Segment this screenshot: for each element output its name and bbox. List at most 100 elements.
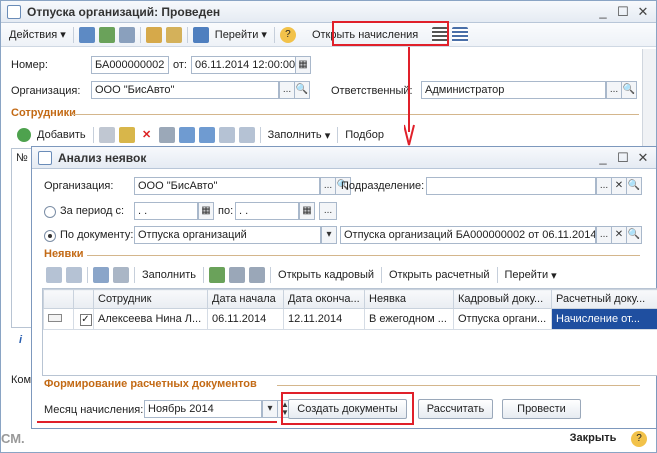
column-header[interactable]: Кадровый доку... <box>453 289 552 309</box>
dialog-maximize-icon[interactable]: ☐ <box>616 150 630 166</box>
absences-table[interactable]: Сотрудник Дата начала Дата оконча... Нея… <box>42 288 657 376</box>
responsible-field[interactable]: Администратор <box>421 81 606 99</box>
open-accruals-highlight <box>332 21 449 46</box>
org-select-button[interactable]: ... <box>279 81 295 99</box>
layers-icon[interactable] <box>209 267 226 283</box>
report-icon[interactable] <box>145 26 162 43</box>
document-field[interactable]: Отпуска организаций БА000000002 от 06.11… <box>340 226 596 244</box>
dept-clear-icon[interactable]: ✕ <box>611 177 627 195</box>
column-number-header: № <box>16 152 28 164</box>
delete-icon[interactable]: ✕ <box>139 127 155 143</box>
cell-calc-doc[interactable]: Начисление от... <box>551 308 657 330</box>
separator <box>203 267 205 283</box>
responsible-select-button[interactable]: ... <box>606 81 622 99</box>
column-header[interactable]: Дата оконча... <box>283 289 365 309</box>
table-row[interactable]: ✓ Алексеева Нина Л... 06.11.2014 12.11.2… <box>43 308 657 330</box>
dialog-org-field[interactable]: ООО "БисАвто" <box>134 177 320 195</box>
column-header[interactable]: Сотрудник <box>93 289 208 309</box>
move-up-icon[interactable] <box>178 127 195 143</box>
period-select-button[interactable]: ... <box>319 202 337 220</box>
open-calc-button[interactable]: Открыть расчетный <box>385 265 494 285</box>
fill-button[interactable]: Заполнить <box>138 265 200 285</box>
minimize-icon[interactable]: _ <box>596 4 610 19</box>
period-from-calendar-icon[interactable]: ▦ <box>198 202 214 220</box>
row-checkbox[interactable]: ✓ <box>73 308 94 330</box>
help-icon-bottom[interactable]: ? <box>631 431 647 447</box>
print-icon[interactable] <box>165 26 182 43</box>
org-field[interactable]: ООО "БисАвто" <box>91 81 279 99</box>
refresh-icon[interactable] <box>98 26 115 43</box>
clear-filter-icon[interactable] <box>113 267 129 283</box>
arrow-icon[interactable] <box>192 26 209 43</box>
close-button[interactable]: Закрыть <box>563 429 623 449</box>
select-button[interactable]: Подбор <box>341 125 388 145</box>
dept-select-button[interactable]: ... <box>596 177 612 195</box>
info-icon[interactable]: i <box>19 334 22 346</box>
calculate-button[interactable]: Рассчитать <box>418 399 493 419</box>
document-clear-icon[interactable]: ✕ <box>611 226 627 244</box>
maximize-icon[interactable]: ☐ <box>616 4 630 20</box>
period-radio[interactable] <box>44 206 56 218</box>
sort-desc-icon[interactable] <box>66 267 82 283</box>
number-label: Номер: <box>11 59 48 71</box>
dialog-close-icon[interactable]: ✕ <box>636 150 650 166</box>
column-header[interactable]: Расчетный доку... <box>551 289 657 309</box>
fill-menu[interactable]: Заполнить ▾ <box>264 125 335 145</box>
select-all-icon[interactable] <box>229 267 246 283</box>
month-field[interactable]: Ноябрь 2014 <box>144 400 262 418</box>
close-icon[interactable]: ✕ <box>636 4 650 20</box>
actions-menu[interactable]: Действия ▾ <box>5 25 70 45</box>
comment-label: Ком <box>11 374 32 386</box>
period-to-label: по: <box>218 205 234 217</box>
org-search-icon[interactable]: 🔍 <box>294 81 310 99</box>
document-list-icon[interactable] <box>118 26 135 43</box>
dept-field[interactable] <box>426 177 596 195</box>
help-glyph: ? <box>636 433 642 444</box>
period-to-field[interactable]: . . <box>235 202 299 220</box>
column-header[interactable]: Дата начала <box>207 289 284 309</box>
dept-search-icon[interactable]: 🔍 <box>626 177 642 195</box>
checkbox-icon[interactable]: ✓ <box>79 313 92 326</box>
filter-icon[interactable] <box>93 267 109 283</box>
doc-type-dropdown-icon[interactable]: ▾ <box>321 226 337 244</box>
post-icon[interactable] <box>78 26 95 43</box>
goto-menu[interactable]: Перейти ▾ <box>211 25 271 45</box>
doc-type-select[interactable]: Отпуска организаций <box>134 226 321 244</box>
date-field[interactable]: 06.11.2014 12:00:00 <box>191 56 296 74</box>
deselect-all-icon[interactable] <box>249 267 266 283</box>
goto-menu[interactable]: Перейти ▾ <box>501 265 561 285</box>
responsible-search-icon[interactable]: 🔍 <box>621 81 637 99</box>
sort-asc-icon[interactable] <box>218 127 235 143</box>
section-divider <box>87 255 640 256</box>
sort-desc-icon[interactable] <box>238 127 255 143</box>
number-field[interactable]: БА000000002 <box>91 56 169 74</box>
save-icon[interactable] <box>158 127 175 143</box>
period-to-calendar-icon[interactable]: ▦ <box>299 202 315 220</box>
calc-docs-section-title: Формирование расчетных документов <box>44 378 257 390</box>
edit-icon[interactable] <box>118 127 135 143</box>
by-document-label: По документу: <box>60 229 134 241</box>
calendar-icon[interactable]: ▦ <box>295 56 311 74</box>
absences-section-title: Неявки <box>44 248 84 260</box>
dialog-minimize-icon[interactable]: _ <box>596 150 610 165</box>
dialog-org-select-button[interactable]: ... <box>320 177 336 195</box>
actions-label: Действия <box>9 28 58 41</box>
document-search-icon[interactable]: 🔍 <box>626 226 642 244</box>
sort-asc-icon[interactable] <box>46 267 62 283</box>
column-header[interactable]: Неявка <box>364 289 454 309</box>
by-document-radio[interactable] <box>44 230 56 242</box>
open-hr-button[interactable]: Открыть кадровый <box>274 265 378 285</box>
separator <box>134 267 135 283</box>
post-button[interactable]: Провести <box>502 399 581 419</box>
add-icon[interactable] <box>17 128 31 142</box>
move-down-icon[interactable] <box>198 127 215 143</box>
add-button[interactable]: Добавить <box>33 125 90 145</box>
month-dropdown-icon[interactable]: ▾ <box>262 400 278 418</box>
period-label: За период с: <box>60 205 125 217</box>
help-icon[interactable]: ? <box>279 26 296 43</box>
document-select-button[interactable]: ... <box>596 226 612 244</box>
checklist-icon[interactable] <box>452 26 469 43</box>
copy-icon[interactable] <box>98 127 115 143</box>
period-from-field[interactable]: . . <box>134 202 198 220</box>
cell-hr-doc[interactable]: Отпуска органи... <box>453 308 552 330</box>
